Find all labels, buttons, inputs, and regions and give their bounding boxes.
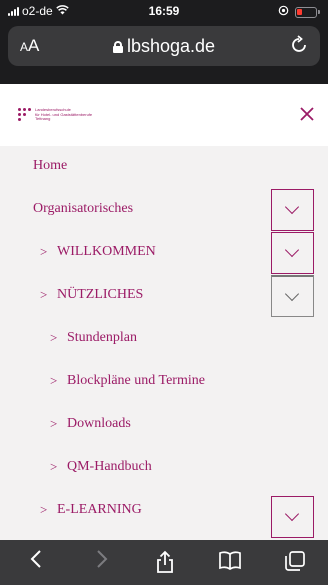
chevron-right-icon: >: [40, 287, 48, 302]
web-page: Landesberufsschule für Hotel- und Gastst…: [0, 84, 328, 540]
url-field[interactable]: lbshoga.de: [8, 36, 320, 57]
chevron-right-icon: >: [50, 459, 58, 474]
expand-organisatorisches-button[interactable]: [271, 189, 314, 231]
chevron-right-icon: >: [40, 244, 48, 259]
battery-cap: [318, 10, 320, 14]
navigation-menu: Home Organisatorisches > WILLKOMMEN > NÜ…: [0, 146, 328, 540]
expand-e-learning-button[interactable]: [271, 496, 314, 538]
location-icon: [278, 5, 289, 19]
lock-icon: [112, 41, 123, 53]
chevron-right-icon: >: [50, 373, 58, 388]
close-menu-button[interactable]: [300, 102, 314, 126]
menu-item-label: Organisatorisches: [33, 201, 134, 216]
menu-item-label: Stundenplan: [67, 330, 137, 345]
battery-icon: [295, 6, 317, 18]
bookmarks-icon: [219, 551, 241, 571]
reload-button[interactable]: [290, 35, 308, 61]
browser-top-chrome: o2-de 16:59 AA lbshoga.de: [0, 0, 328, 84]
share-button[interactable]: [145, 548, 185, 576]
status-right: [278, 5, 320, 19]
tabs-icon: [285, 551, 305, 571]
menu-item-nuetzliches[interactable]: > NÜTZLICHES: [0, 275, 328, 318]
browser-toolbar: [0, 540, 328, 585]
site-header: Landesberufsschule für Hotel- und Gastst…: [0, 84, 328, 146]
chevron-right-icon: >: [40, 502, 48, 517]
expand-willkommen-button[interactable]: [271, 232, 314, 274]
menu-item-label: Home: [33, 158, 68, 173]
back-chevron-icon: [30, 550, 41, 568]
logo-text: Landesberufsschule für Hotel- und Gastst…: [35, 107, 93, 121]
forward-chevron-icon: [97, 550, 108, 568]
menu-item-label: E-LEARNING: [57, 502, 142, 517]
status-bar: o2-de 16:59: [0, 0, 328, 22]
school-logo[interactable]: Landesberufsschule für Hotel- und Gastst…: [18, 107, 93, 122]
menu-item-label: Downloads: [67, 416, 131, 431]
address-bar[interactable]: AA lbshoga.de: [8, 26, 320, 66]
logo-mark: [18, 108, 31, 121]
menu-item-downloads[interactable]: > Downloads: [0, 404, 328, 447]
menu-item-blockplaene[interactable]: > Blockpläne und Termine: [0, 361, 328, 404]
menu-item-label: QM-Handbuch: [67, 459, 152, 474]
chevron-right-icon: >: [50, 330, 58, 345]
back-button[interactable]: [16, 548, 56, 576]
menu-item-organisatorisches[interactable]: Organisatorisches: [0, 189, 328, 232]
collapse-nuetzliches-button[interactable]: [271, 275, 314, 317]
chevron-right-icon: >: [50, 416, 58, 431]
tabs-button[interactable]: [275, 548, 315, 576]
url-text: lbshoga.de: [126, 36, 216, 56]
menu-item-label: NÜTZLICHES: [57, 287, 144, 302]
close-icon: [300, 107, 314, 121]
menu-item-willkommen[interactable]: > WILLKOMMEN: [0, 232, 328, 275]
menu-item-home[interactable]: Home: [0, 146, 328, 189]
bookmarks-button[interactable]: [210, 548, 250, 576]
share-icon: [157, 550, 173, 573]
menu-item-stundenplan[interactable]: > Stundenplan: [0, 318, 328, 361]
menu-item-qm-handbuch[interactable]: > QM-Handbuch: [0, 447, 328, 490]
menu-item-e-learning[interactable]: > E-LEARNING: [0, 490, 328, 538]
menu-item-label: WILLKOMMEN: [57, 244, 156, 259]
menu-item-label: Blockpläne und Termine: [67, 373, 205, 388]
reload-icon: [292, 35, 306, 52]
forward-button[interactable]: [82, 548, 122, 576]
